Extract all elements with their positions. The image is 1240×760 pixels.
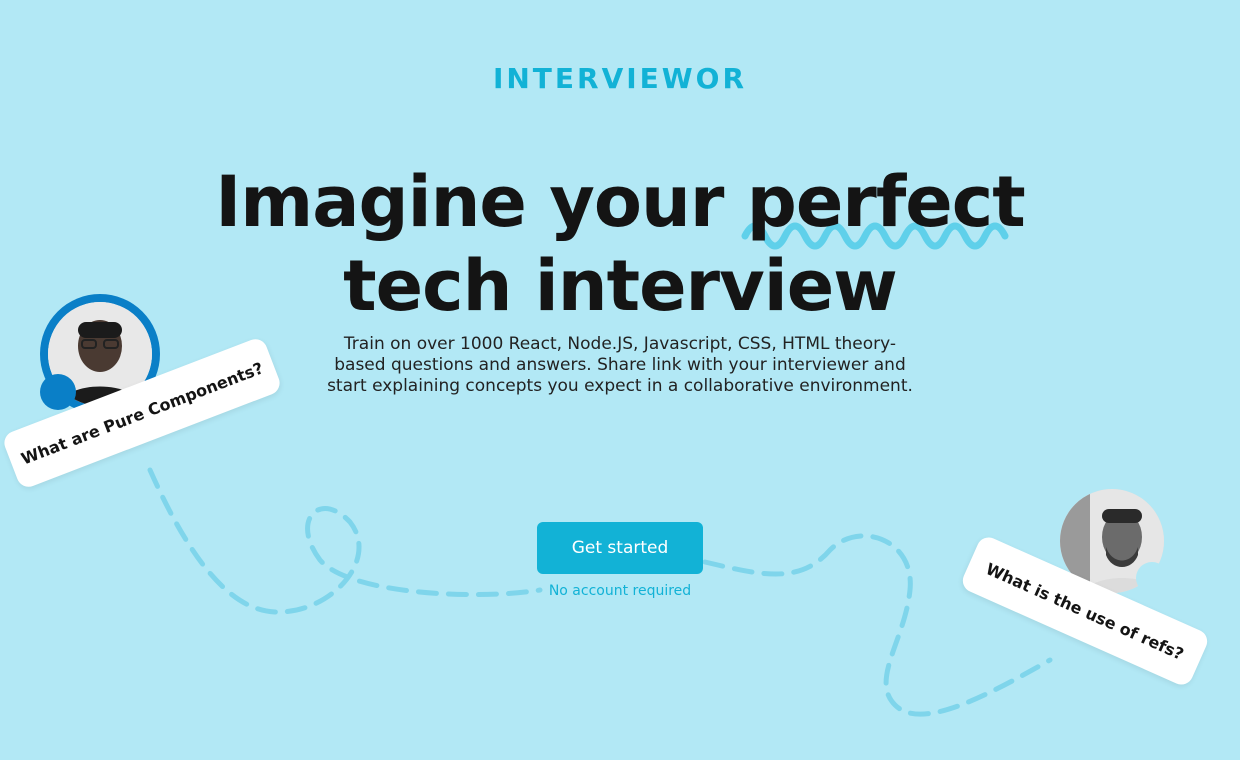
logo[interactable]: INTERVIEWOR bbox=[0, 62, 1240, 96]
headline-line-2: tech interview bbox=[343, 245, 898, 327]
no-account-note: No account required bbox=[548, 583, 692, 599]
hero-description: Train on over 1000 React, Node.JS, Javas… bbox=[327, 334, 913, 396]
avatar-badge-right bbox=[1136, 562, 1168, 594]
hero-headline: Imagine your perfect tech interview bbox=[120, 160, 1120, 328]
avatar-badge-left bbox=[40, 374, 76, 410]
get-started-button[interactable]: Get started bbox=[537, 522, 703, 574]
headline-line-1: Imagine your perfect bbox=[215, 161, 1025, 243]
